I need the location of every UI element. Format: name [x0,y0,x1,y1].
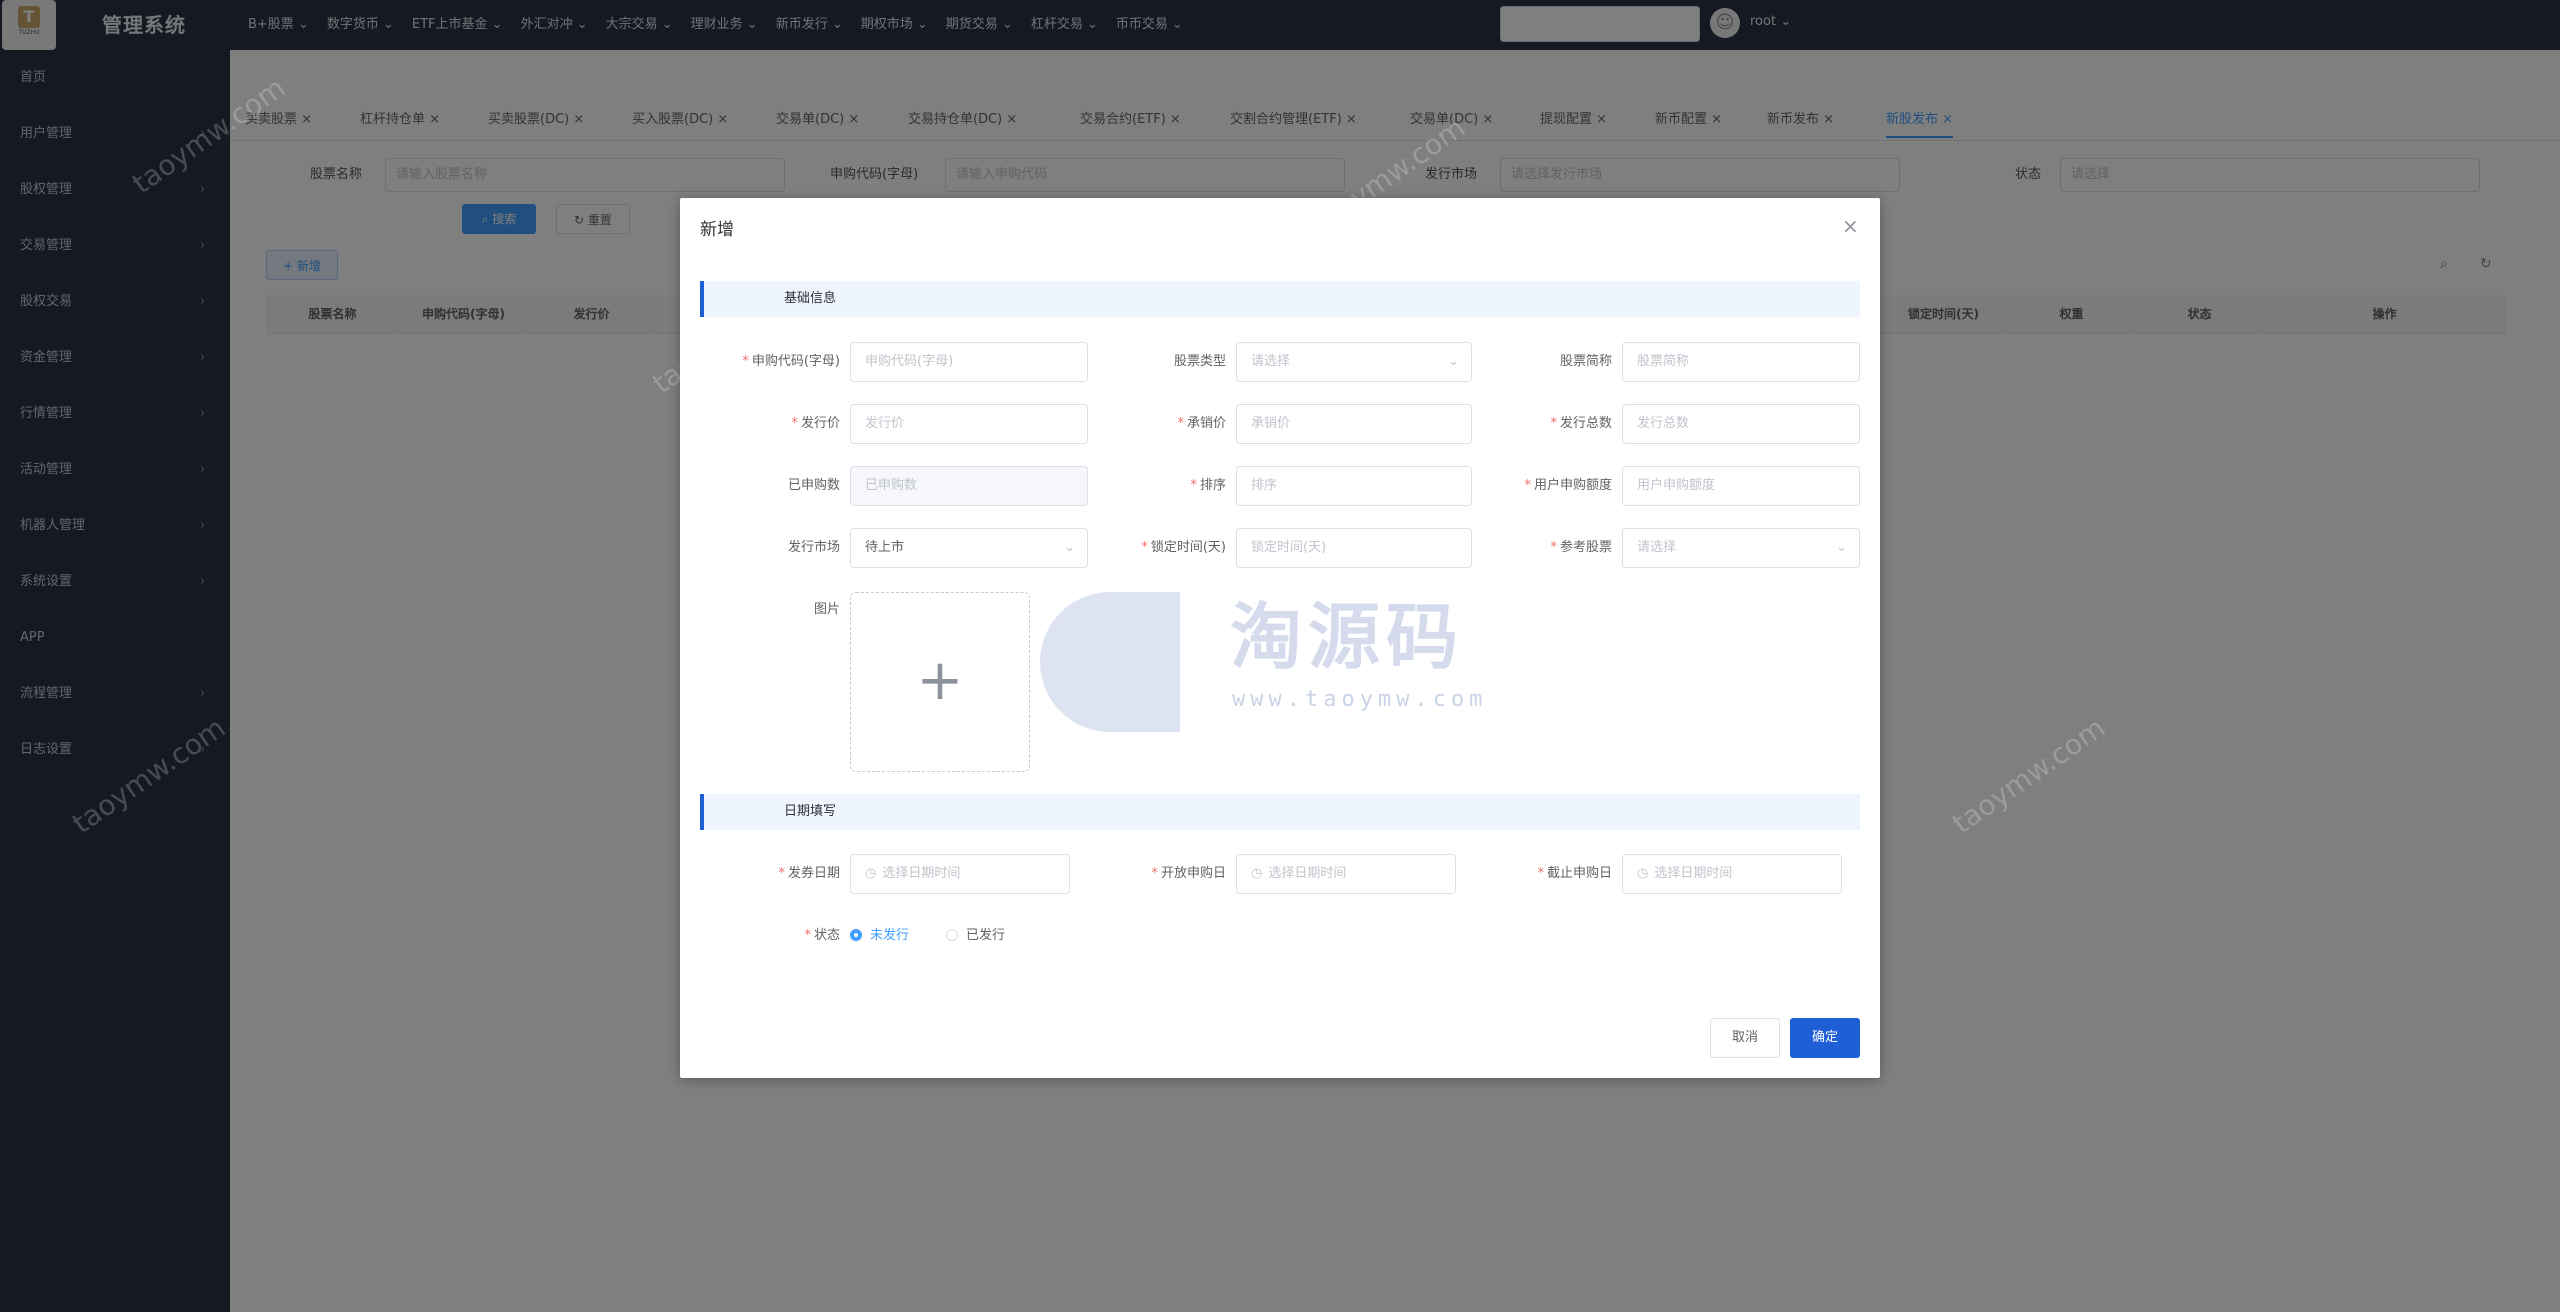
clock-icon: ◷ [865,866,877,881]
status-radio-unissued[interactable]: 未发行 [850,926,909,946]
chevron-down-icon: ⌄ [1836,540,1847,555]
radio-icon [946,929,958,941]
image-label: 图片 [813,602,840,617]
stock-type-select[interactable]: 请选择 ⌄ [1236,342,1472,382]
watermark-text: taoymw.com [126,70,292,201]
underwrite-price-label: * 承销价 [1177,416,1226,431]
sort-input[interactable]: 排序 [1236,466,1472,506]
image-uploader[interactable]: + [850,592,1030,772]
section-header-basic: 基础信息 [700,281,1860,317]
watermark-text: taoymw.com [1946,710,2112,841]
user-quota-input[interactable]: 用户申购额度 [1622,466,1860,506]
issue-date-picker[interactable]: ◷ 选择日期时间 [850,854,1070,894]
code-input[interactable]: 申购代码(字母) [850,342,1088,382]
watermark-logo: 淘源码 www.taoymw.com [1040,592,1520,732]
issue-price-input[interactable]: 发行价 [850,404,1088,444]
total-issue-label: * 发行总数 [1550,416,1612,431]
lock-days-input[interactable]: 锁定时间(天) [1236,528,1472,568]
ref-stock-select[interactable]: 请选择 ⌄ [1622,528,1860,568]
short-name-label: 股票简称 [1559,354,1612,369]
ref-stock-label: * 参考股票 [1550,540,1612,555]
close-date-label: * 截止申购日 [1537,866,1612,881]
cancel-button[interactable]: 取消 [1710,1018,1780,1058]
add-dialog: 新增 × 基础信息 * 申购代码(字母) 申购代码(字母) 股票类型 请选择 ⌄ 股… [680,198,1880,1078]
confirm-button[interactable]: 确定 [1790,1018,1860,1058]
stock-type-label: 股票类型 [1173,354,1226,369]
subscribed-label: 已申购数 [787,478,840,493]
lock-days-label: * 锁定时间(天) [1141,540,1226,555]
status-label: * 状态 [804,928,840,943]
market-label: 发行市场 [787,540,840,555]
subscribed-input: 已申购数 [850,466,1088,506]
clock-icon: ◷ [1637,866,1649,881]
close-date-picker[interactable]: ◷ 选择日期时间 [1622,854,1842,894]
watermark-logo-icon [1040,592,1180,732]
total-issue-input[interactable]: 发行总数 [1622,404,1860,444]
underwrite-price-input[interactable]: 承销价 [1236,404,1472,444]
close-icon[interactable]: × [1842,214,1859,238]
watermark-logo-url: www.taoymw.com [1232,687,1488,712]
clock-icon: ◷ [1251,866,1263,881]
market-select[interactable]: 待上市 ⌄ [850,528,1088,568]
sort-label: * 排序 [1190,478,1226,493]
section-header-dates: 日期填写 [700,794,1860,830]
dialog-title: 新增 [700,220,734,240]
user-quota-label: * 用户申购额度 [1524,478,1612,493]
open-date-picker[interactable]: ◷ 选择日期时间 [1236,854,1456,894]
code-label: * 申购代码(字母) [742,354,840,369]
watermark-text: taoymw.com [66,710,232,841]
watermark-logo-text: 淘源码 [1230,595,1465,679]
radio-checked-icon [850,929,862,941]
short-name-input[interactable]: 股票简称 [1622,342,1860,382]
issue-date-label: * 发券日期 [778,866,840,881]
issue-price-label: * 发行价 [791,416,840,431]
status-radio-issued[interactable]: 已发行 [946,926,1005,946]
plus-icon: + [916,648,964,713]
open-date-label: * 开放申购日 [1151,866,1226,881]
